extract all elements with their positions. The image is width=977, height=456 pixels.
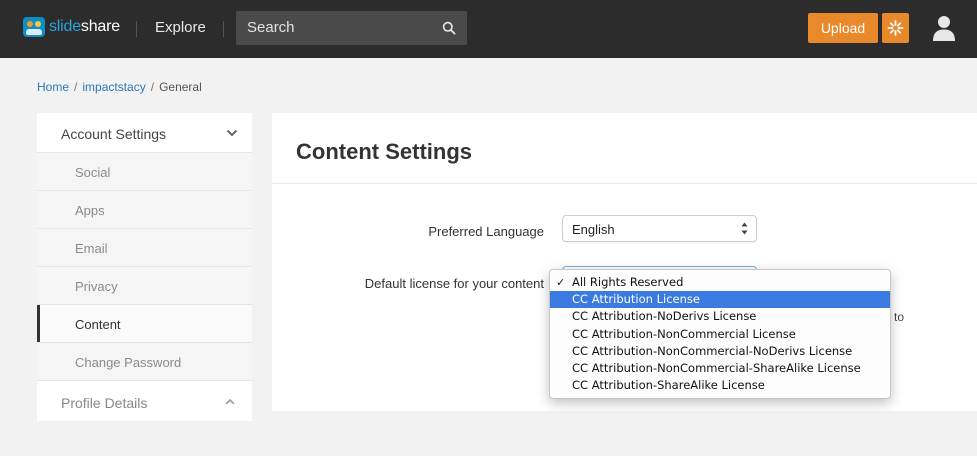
license-dropdown-menu[interactable]: ✓ All Rights Reserved CC Attribution Lice… xyxy=(549,269,891,399)
top-navigation-bar: slideshare Explore Search Upload xyxy=(0,0,977,58)
nav-divider xyxy=(223,21,224,37)
sidebar-item-label: Content xyxy=(75,317,121,332)
settings-sidebar: Account Settings Social Apps Email Priva… xyxy=(37,113,252,421)
sidebar-item-change-password[interactable]: Change Password xyxy=(37,343,252,381)
select-arrows-icon xyxy=(741,222,748,235)
clipboard-menu-button[interactable] xyxy=(882,13,909,43)
sidebar-item-privacy[interactable]: Privacy xyxy=(37,267,252,305)
profile-details-section[interactable]: Profile Details xyxy=(37,381,252,421)
chevron-down-icon xyxy=(226,129,238,137)
sidebar-item-label: Privacy xyxy=(75,279,118,294)
license-option[interactable]: CC Attribution-NonCommercial-NoDerivs Li… xyxy=(550,343,890,360)
license-option[interactable]: ✓ All Rights Reserved xyxy=(550,274,890,291)
profile-details-label: Profile Details xyxy=(61,395,148,411)
sidebar-item-label: Social xyxy=(75,165,111,180)
sidebar-item-label: Apps xyxy=(75,203,105,218)
license-option[interactable]: CC Attribution License xyxy=(550,291,890,309)
user-avatar-icon[interactable] xyxy=(932,14,956,42)
default-license-label: Default license for your content xyxy=(364,276,544,291)
slideshare-logo[interactable]: slideshare xyxy=(23,17,120,37)
preferred-language-value: English xyxy=(572,222,615,237)
breadcrumb-home-link[interactable]: Home xyxy=(37,80,69,94)
chevron-up-icon xyxy=(225,398,235,405)
slideshare-logo-icon xyxy=(23,17,45,37)
explore-link[interactable]: Explore xyxy=(155,19,206,36)
account-settings-section[interactable]: Account Settings xyxy=(37,113,252,153)
checkmark-icon: ✓ xyxy=(556,276,566,289)
search-placeholder: Search xyxy=(247,19,295,36)
license-option[interactable]: CC Attribution-ShareAlike License xyxy=(550,377,890,394)
page-title: Content Settings xyxy=(296,139,472,164)
breadcrumb: Home / impactstacy / General xyxy=(37,80,202,94)
sidebar-item-email[interactable]: Email xyxy=(37,229,252,267)
preferred-language-label: Preferred Language xyxy=(428,224,544,239)
preferred-language-select[interactable]: English xyxy=(562,215,757,242)
license-option[interactable]: CC Attribution-NoDerivs License xyxy=(550,308,890,325)
partial-help-text: to xyxy=(894,310,905,324)
sparkle-icon xyxy=(887,20,904,36)
breadcrumb-current: General xyxy=(159,80,202,94)
sidebar-item-label: Change Password xyxy=(75,355,182,370)
nav-divider xyxy=(136,21,137,37)
breadcrumb-separator: / xyxy=(150,80,155,94)
upload-button[interactable]: Upload xyxy=(808,13,878,43)
title-divider xyxy=(272,183,977,184)
breadcrumb-separator: / xyxy=(74,80,78,94)
sidebar-item-label: Email xyxy=(75,241,108,256)
search-input[interactable]: Search xyxy=(236,11,467,45)
license-option[interactable]: CC Attribution-NonCommercial-ShareAlike … xyxy=(550,360,890,377)
license-option[interactable]: CC Attribution-NonCommercial License xyxy=(550,326,890,343)
logo-wordmark: slideshare xyxy=(49,18,120,35)
account-settings-label: Account Settings xyxy=(61,126,167,142)
breadcrumb-user-link[interactable]: impactstacy xyxy=(82,80,145,94)
sidebar-item-social[interactable]: Social xyxy=(37,153,252,191)
search-icon[interactable] xyxy=(442,21,456,35)
sidebar-item-apps[interactable]: Apps xyxy=(37,191,252,229)
sidebar-item-content[interactable]: Content xyxy=(37,305,252,343)
